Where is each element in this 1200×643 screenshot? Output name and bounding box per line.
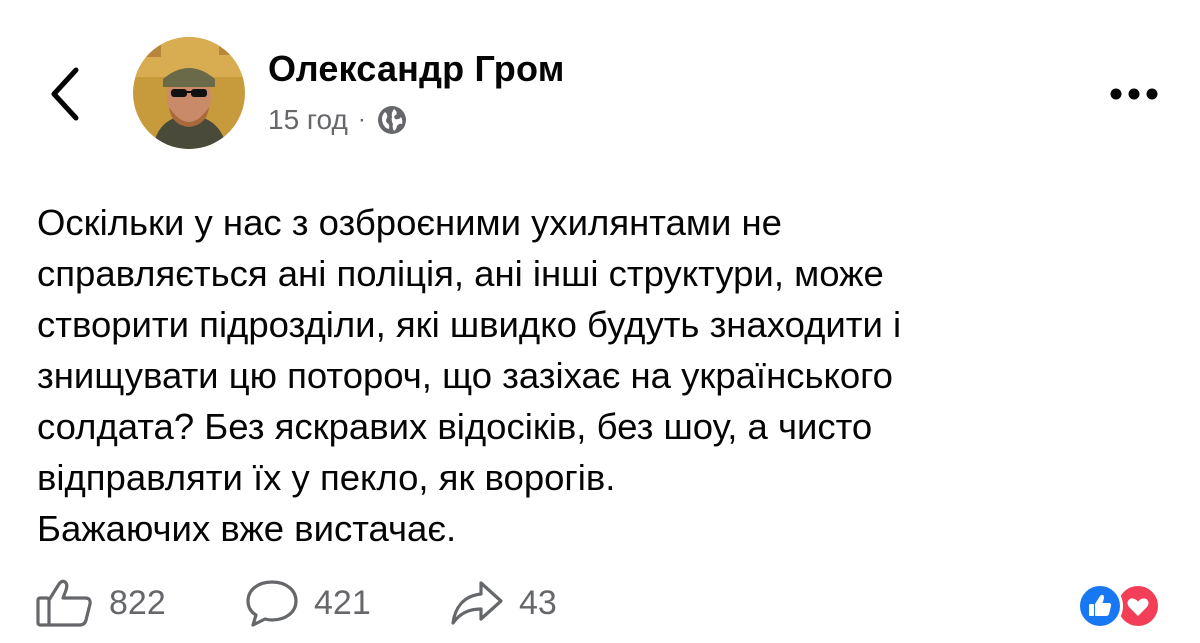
post-text-line: відправляти їх у пекло, як ворогів.: [37, 457, 616, 498]
post-text-line: Оскільки у нас з озброєними ухилянтами н…: [37, 202, 782, 243]
share-count: 43: [519, 583, 557, 622]
globe-icon[interactable]: [376, 104, 408, 136]
back-button[interactable]: [44, 64, 88, 124]
meta-separator: ·: [357, 106, 366, 133]
avatar[interactable]: [133, 37, 245, 149]
like-button[interactable]: 822: [35, 577, 166, 629]
post-text-line: справляється ані поліція, ані інші струк…: [37, 253, 884, 294]
like-count: 822: [109, 583, 166, 622]
post-text-line: знищувати цю потороч, що зазіхає на укра…: [37, 355, 893, 396]
reactions-summary[interactable]: [1077, 583, 1169, 629]
post-text-line: солдата? Без яскравих відосіків, без шоу…: [37, 406, 873, 447]
comment-icon: [246, 580, 298, 627]
like-reaction-icon: [1077, 583, 1123, 629]
post-text: Оскільки у нас з озброєними ухилянтами н…: [37, 197, 1147, 554]
post-timestamp[interactable]: 15 год: [268, 104, 348, 136]
share-button[interactable]: 43: [449, 577, 557, 629]
thumbs-up-icon: [36, 579, 92, 627]
more-options-button[interactable]: [1106, 80, 1162, 108]
share-arrow-icon: [451, 581, 503, 625]
comment-button[interactable]: 421: [244, 577, 371, 629]
author-name[interactable]: Олександр Гром: [268, 48, 565, 90]
comment-count: 421: [314, 583, 371, 622]
more-icon: [1110, 88, 1158, 100]
post-meta: 15 год ·: [268, 102, 408, 138]
post-text-line: Бажаючих вже вистачає.: [37, 508, 457, 549]
post-text-line: створити підрозділи, які швидко будуть з…: [37, 304, 902, 345]
chevron-left-icon: [51, 67, 79, 121]
